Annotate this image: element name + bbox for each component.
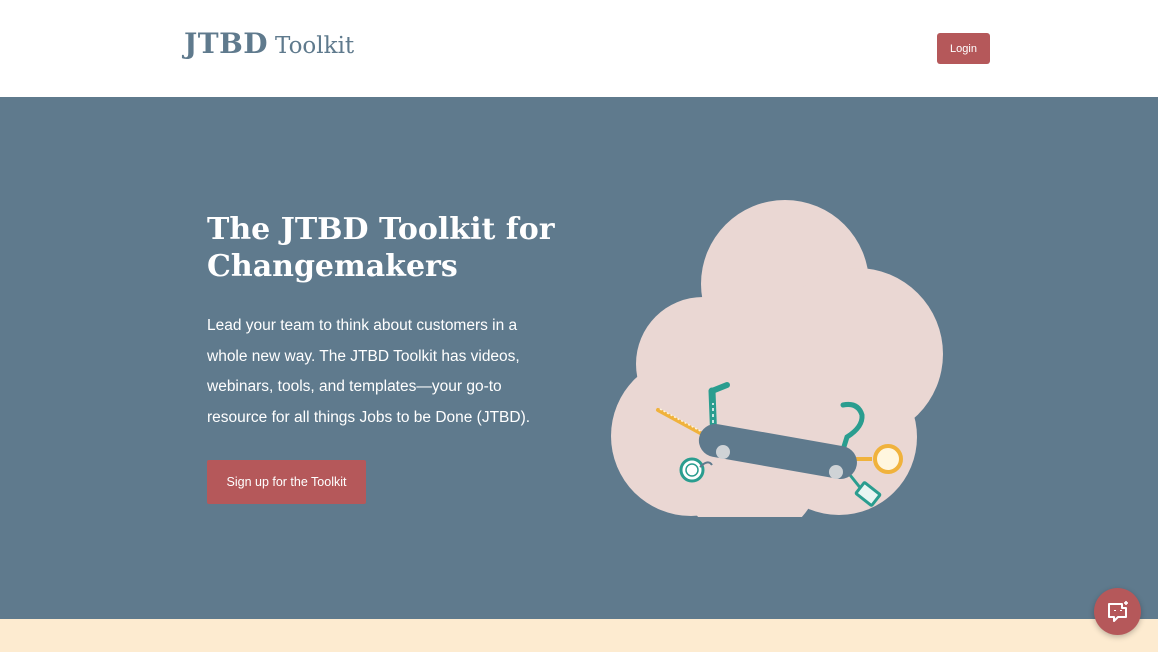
logo-wordmark-strong: JTBD xyxy=(184,27,269,60)
signup-button[interactable]: Sign up for the Toolkit xyxy=(207,460,366,504)
hero-description: Lead your team to think about customers … xyxy=(207,317,531,426)
next-section-band xyxy=(0,619,1158,652)
swiss-army-knife-illustration xyxy=(611,200,943,517)
chat-bubble-icon xyxy=(1107,600,1128,622)
login-button[interactable]: Login xyxy=(937,33,990,64)
hero-section: The JTBD Toolkit for Changemakers Lead y… xyxy=(0,97,1158,619)
site-logo[interactable]: JTBD Toolkit xyxy=(184,27,354,60)
chat-widget-button[interactable] xyxy=(1094,588,1141,635)
hero-title: The JTBD Toolkit for Changemakers xyxy=(207,212,555,284)
top-navigation-bar: JTBD Toolkit Login xyxy=(0,0,1158,97)
logo-wordmark-light: Toolkit xyxy=(275,33,355,59)
